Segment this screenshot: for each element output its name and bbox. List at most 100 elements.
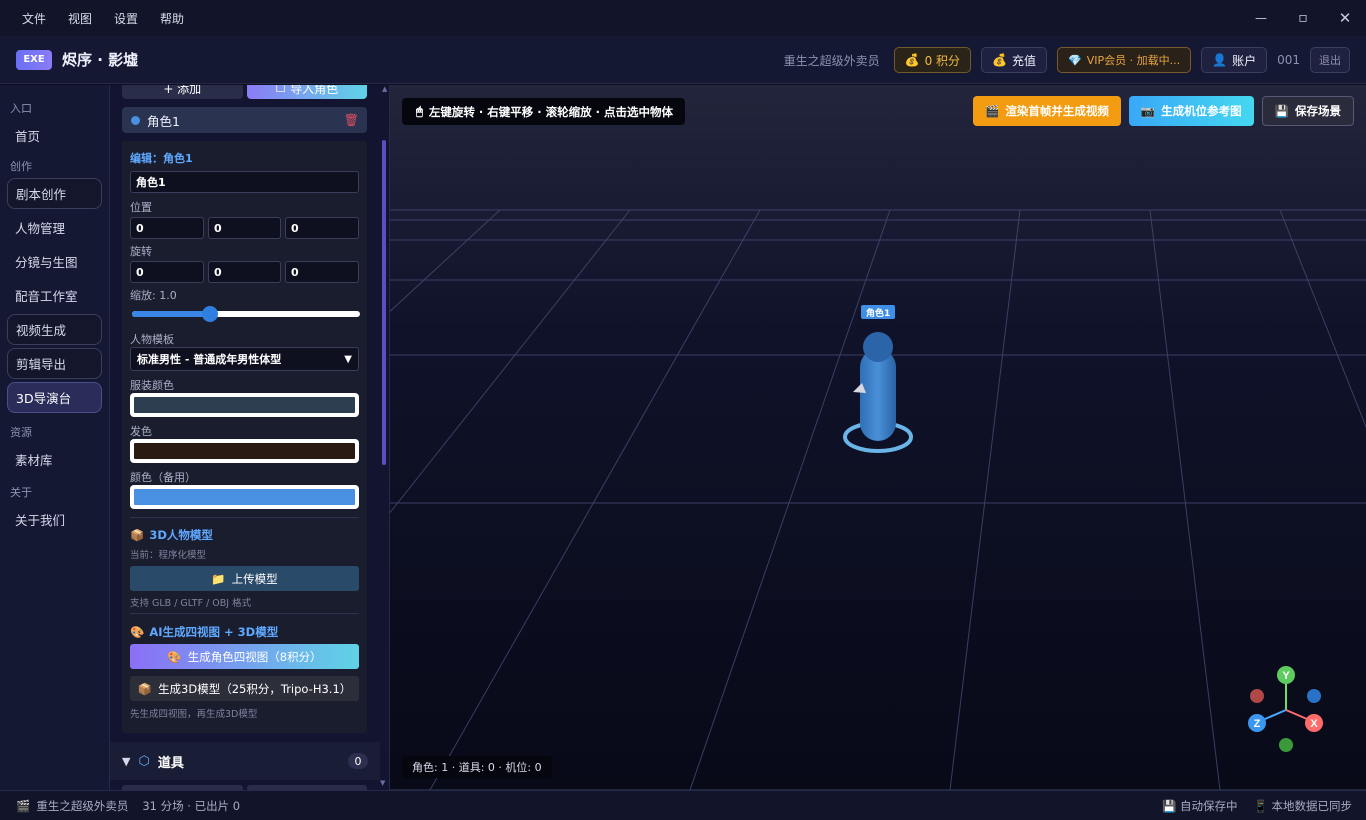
hair-color-picker[interactable] xyxy=(130,439,359,463)
user-icon: 👤 xyxy=(1212,53,1228,67)
divider xyxy=(130,613,359,614)
sidebar-item-edit-export[interactable]: 剪辑导出 xyxy=(7,348,102,379)
hair-color-label: 发色 xyxy=(130,425,152,438)
generate-four-views-label: 生成角色四视图（8积分） xyxy=(187,649,322,664)
axis-y-label: Y xyxy=(1282,670,1290,682)
menu-settings[interactable]: 设置 xyxy=(114,10,138,27)
recharge-label: 充值 xyxy=(1012,53,1037,68)
scene-canvas[interactable]: Y X Z xyxy=(390,85,1366,790)
character-list-item[interactable]: 角色1 🗑 xyxy=(122,107,367,133)
character-editor: 编辑：角色1 角色1 位置 0 0 0 旋转 0 0 0 缩放: 1.0 人物模… xyxy=(122,141,367,733)
current-model: 当前：程序化模型 xyxy=(130,550,207,561)
character-head[interactable] xyxy=(863,332,893,362)
character-color-dot xyxy=(131,115,140,125)
template-select[interactable]: 标准男性 - 普通成年男性体型 ▼ xyxy=(130,347,359,371)
position-z-input[interactable]: 0 xyxy=(285,217,359,239)
scroll-up-icon[interactable]: ▲ xyxy=(382,85,387,93)
phone-icon: 📱 xyxy=(1253,798,1272,813)
character-actions: + 添加 ☐ 导入角色 xyxy=(122,85,367,99)
cube-icon: ⬡ xyxy=(138,753,150,769)
props-section-header[interactable]: ▼ ⬡ 道具 0 xyxy=(110,742,380,780)
upload-model-button[interactable]: 📁 上传模型 xyxy=(130,566,359,591)
sidebar-item-about-us[interactable]: 关于我们 xyxy=(7,504,102,535)
axis-neg-y-handle xyxy=(1279,738,1293,752)
menu-view[interactable]: 视图 xyxy=(68,10,92,27)
autosave-status: 💾 自动保存中 xyxy=(1162,798,1237,814)
trash-icon[interactable]: 🗑 xyxy=(344,113,359,127)
import-character-button[interactable]: ☐ 导入角色 xyxy=(246,85,367,99)
rotation-y-input[interactable]: 0 xyxy=(208,261,281,283)
sync-status: 📱 本地数据已同步 xyxy=(1254,798,1352,814)
nav-section-entry: 入口 xyxy=(10,102,32,115)
window-controls: — ▫ ✕ xyxy=(1240,0,1366,36)
status-user-name: 重生之超级外卖员 xyxy=(36,798,129,813)
ai-title: AI生成四视图 + 3D模型 xyxy=(149,625,279,639)
autosave-label: 自动保存中 xyxy=(1180,798,1238,813)
render-video-button[interactable]: 🎬 渲染首帧并生成视频 xyxy=(973,96,1121,126)
sidebar-item-home[interactable]: 首页 xyxy=(7,120,102,151)
sidebar-item-3d-director[interactable]: 3D导演台 xyxy=(7,382,102,413)
vip-button[interactable]: 💎 VIP会员 · 加载中... xyxy=(1057,47,1192,73)
axis-neg-z-handle xyxy=(1307,689,1321,703)
account-button[interactable]: 👤 账户 xyxy=(1201,47,1268,73)
scale-slider-handle[interactable] xyxy=(201,306,218,322)
add-character-button[interactable]: + 添加 xyxy=(122,85,243,99)
close-icon[interactable]: ✕ xyxy=(1324,0,1366,36)
axis-x-label: X xyxy=(1310,718,1318,730)
outfit-color-picker[interactable] xyxy=(130,393,359,417)
rotation-x-input[interactable]: 0 xyxy=(130,261,204,283)
nav-section-create: 创作 xyxy=(10,160,32,173)
character-tag: 角色1 xyxy=(861,305,896,319)
user-name: 重生之超级外卖员 xyxy=(783,53,880,68)
character-body[interactable] xyxy=(860,349,896,441)
logout-button[interactable]: 退出 xyxy=(1310,47,1350,73)
position-y-input[interactable]: 0 xyxy=(208,217,281,239)
points-button[interactable]: 💰 0 积分 xyxy=(893,47,972,73)
character-name-input[interactable]: 角色1 xyxy=(130,171,359,193)
model3d-title: 3D人物模型 xyxy=(149,528,213,542)
menu-help[interactable]: 帮助 xyxy=(160,10,184,27)
generate-3d-model-button[interactable]: 📦 生成3D模型（25积分，Tripo-H3.1） xyxy=(130,676,359,701)
controls-hint-text: 左键旋转 · 右键平移 · 滚轮缩放 · 点击选中物体 xyxy=(428,104,674,119)
template-value: 标准男性 - 普通成年男性体型 xyxy=(137,353,282,366)
sidebar-item-script[interactable]: 剧本创作 xyxy=(7,178,102,209)
scroll-down-icon[interactable]: ▼ xyxy=(380,779,388,787)
menu-file[interactable]: 文件 xyxy=(22,10,46,27)
chevron-down-icon: ▼ xyxy=(344,353,352,365)
sidebar-item-voice[interactable]: 配音工作室 xyxy=(7,280,102,311)
backup-color-label: 颜色（备用） xyxy=(130,471,196,484)
status-bar: 🎬 重生之超级外卖员 31 分场 · 已出片 0 💾 自动保存中 📱 本地数据已… xyxy=(0,790,1366,820)
backup-color-picker[interactable] xyxy=(130,485,359,509)
sidebar-item-storyboard[interactable]: 分镜与生图 xyxy=(7,246,102,277)
camera-reference-button[interactable]: 📷 生成机位参考图 xyxy=(1128,96,1254,126)
edit-title: 编辑：角色1 xyxy=(130,152,193,165)
position-x-input[interactable]: 0 xyxy=(130,217,204,239)
topbar-actions: 重生之超级外卖员 💰 0 积分 💰 充值 💎 VIP会员 · 加载中... 👤 … xyxy=(784,36,1350,84)
sidebar-item-assets[interactable]: 素材库 xyxy=(7,444,102,475)
status-user: 🎬 重生之超级外卖员 xyxy=(16,798,128,814)
axis-neg-x-handle xyxy=(1250,689,1264,703)
save-scene-button[interactable]: 💾 保存场景 xyxy=(1261,96,1354,126)
generate-four-views-button[interactable]: 🎨 生成角色四视图（8积分） xyxy=(130,644,359,669)
panel-scrollbar[interactable] xyxy=(382,140,386,465)
axis-z-label: Z xyxy=(1254,718,1261,730)
sidebar-item-characters[interactable]: 人物管理 xyxy=(7,212,102,243)
camera-reference-label: 生成机位参考图 xyxy=(1161,104,1242,118)
vip-label: VIP会员 · 加载中... xyxy=(1086,54,1181,67)
outfit-color-label: 服装颜色 xyxy=(130,379,174,392)
scale-slider[interactable] xyxy=(132,306,360,322)
maximize-icon[interactable]: ▫ xyxy=(1282,0,1324,36)
recharge-button[interactable]: 💰 充值 xyxy=(981,47,1048,73)
3d-viewport[interactable]: Y X Z 🖱 左键旋转 · 右键平移 · 滚轮缩放 · 点击选中物体 🎬 渲染… xyxy=(390,85,1366,790)
save-scene-label: 保存场景 xyxy=(1295,104,1341,118)
minimize-icon[interactable]: — xyxy=(1240,0,1282,36)
sidebar-item-video[interactable]: 视频生成 xyxy=(7,314,102,345)
rotation-z-input[interactable]: 0 xyxy=(285,261,359,283)
scale-label: 缩放: 1.0 xyxy=(130,289,177,302)
upload-format-note: 支持 GLB / GLTF / OBJ 格式 xyxy=(130,598,252,609)
divider xyxy=(130,517,359,518)
import-label: 导入角色 xyxy=(290,85,339,96)
app-title: 烬序 · 影墟 xyxy=(62,51,139,69)
render-video-label: 渲染首帧并生成视频 xyxy=(1005,104,1109,118)
account-label: 账户 xyxy=(1232,53,1257,68)
